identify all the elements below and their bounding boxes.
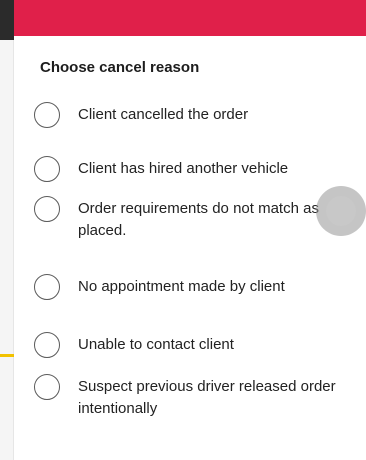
background-accent-line [0, 354, 14, 357]
cancel-reason-sheet: Choose cancel reason Client cancelled th… [14, 0, 366, 460]
reason-label: No appointment made by client [78, 278, 285, 295]
cancel-reason-screen: Choose cancel reason Client cancelled th… [0, 0, 366, 460]
reason-label: Unable to contact client [78, 336, 234, 353]
sheet-top-bar [14, 0, 366, 36]
radio-button-icon[interactable] [34, 374, 60, 400]
touch-indicator-center [326, 196, 356, 226]
radio-button-icon[interactable] [34, 332, 60, 358]
radio-button-icon[interactable] [34, 196, 60, 222]
radio-button-icon[interactable] [34, 102, 60, 128]
reason-option[interactable]: Client cancelled the order [14, 100, 366, 154]
touch-indicator-icon [316, 186, 366, 236]
radio-button-icon[interactable] [34, 274, 60, 300]
reason-label: Order requirements do not match as place… [78, 200, 319, 239]
radio-button-icon[interactable] [34, 156, 60, 182]
reason-label: Client has hired another vehicle [78, 160, 289, 177]
reason-list: Client cancelled the order Client has hi… [14, 100, 366, 432]
reason-option[interactable]: Suspect previous driver released order i… [14, 372, 366, 432]
background-page-edge [0, 0, 14, 460]
reason-option[interactable]: Client has hired another vehicle [14, 154, 366, 194]
reason-option[interactable]: Order requirements do not match as place… [14, 194, 366, 272]
reason-label: Client cancelled the order [78, 106, 249, 123]
reason-option[interactable]: Unable to contact client [14, 330, 366, 372]
reason-option[interactable]: No appointment made by client [14, 272, 366, 330]
reason-label: Suspect previous driver released order i… [78, 378, 336, 417]
sheet-title: Choose cancel reason [40, 59, 200, 76]
background-header-edge [0, 0, 14, 40]
